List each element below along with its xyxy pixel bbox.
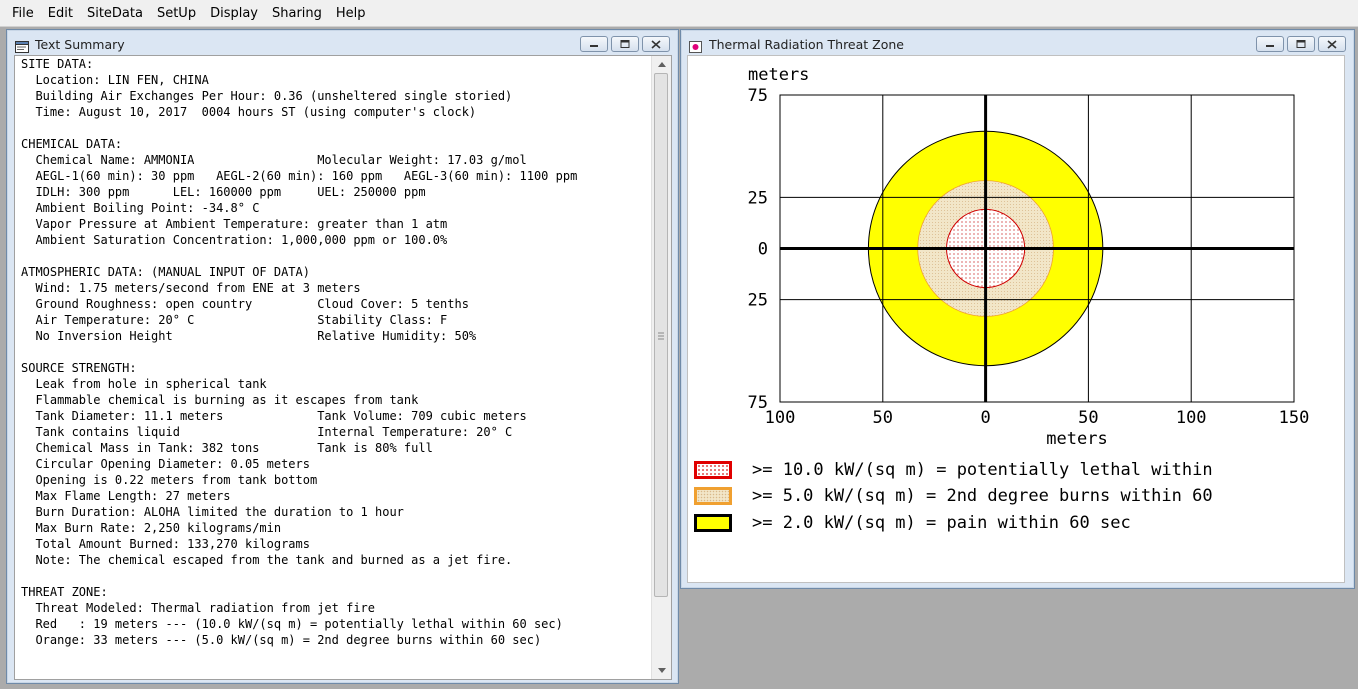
menu-sharing[interactable]: Sharing [265, 6, 329, 21]
summary-line [21, 248, 647, 264]
summary-line: CHEMICAL DATA: [21, 137, 123, 151]
up-arrow-icon [657, 62, 666, 67]
restore-button[interactable] [611, 36, 639, 52]
summary-line: Max Flame Length: 27 meters [21, 489, 231, 503]
scroll-up-arrow[interactable] [652, 56, 671, 73]
threat-zone-title: Thermal Radiation Threat Zone [709, 36, 904, 52]
x-tick-label: 150 [1279, 408, 1310, 428]
legend-yellow-swatch [694, 514, 732, 532]
text-window-icon [15, 38, 29, 53]
summary-line: Ambient Boiling Point: -34.8° C [21, 201, 260, 215]
summary-line: AEGL-1(60 min): 30 ppm AEGL-2(60 min): 1… [21, 169, 578, 183]
legend-red-swatch [694, 461, 732, 479]
text-summary-content: SITE DATA: Location: LIN FEN, CHINA Buil… [14, 55, 672, 680]
menu-display[interactable]: Display [203, 6, 265, 21]
summary-line: SITE DATA: [21, 57, 94, 71]
legend-orange-label: >= 5.0 kW/(sq m) = 2nd degree burns with… [752, 486, 1213, 506]
summary-line: IDLH: 300 ppm LEL: 160000 ppm UEL: 25000… [21, 185, 426, 199]
y-axis-label: meters [748, 65, 809, 85]
minimize-button[interactable] [1256, 36, 1284, 52]
summary-line: Circular Opening Diameter: 0.05 meters [21, 457, 310, 471]
threat-zone-plot: 752502575100 50 0 50 100 150metersmeters [748, 65, 1310, 449]
y-tick-label: 25 [748, 291, 768, 311]
summary-line: Orange: 33 meters --- (5.0 kW/(sq m) = 2… [21, 633, 542, 647]
summary-line: Max Burn Rate: 2,250 kilograms/min [21, 521, 282, 535]
text-summary-title: Text Summary [35, 36, 125, 52]
minimize-button[interactable] [580, 36, 608, 52]
summary-line: Threat Modeled: Thermal radiation from j… [21, 601, 376, 615]
menu-edit[interactable]: Edit [41, 6, 80, 21]
summary-line: SOURCE STRENGTH: [21, 361, 137, 375]
y-tick-label: 25 [748, 188, 768, 208]
y-tick-label: 75 [748, 86, 768, 106]
legend-yellow: >= 2.0 kW/(sq m) = pain within 60 sec [694, 513, 1131, 533]
x-tick-label: 100 [1176, 408, 1207, 428]
summary-line: Tank contains liquid Internal Temperatur… [21, 425, 513, 439]
summary-line: Ambient Saturation Concentration: 1,000,… [21, 233, 448, 247]
summary-line: Red : 19 meters --- (10.0 kW/(sq m) = po… [21, 617, 563, 631]
menu-help[interactable]: Help [329, 6, 373, 21]
threat-zone-titlebar[interactable]: Thermal Radiation Threat Zone [681, 30, 1354, 58]
summary-line: Location: LIN FEN, CHINA [21, 73, 209, 87]
legend-orange-swatch [694, 487, 732, 505]
summary-line: No Inversion Height Relative Humidity: 5… [21, 329, 477, 343]
summary-line: Wind: 1.75 meters/second from ENE at 3 m… [21, 281, 361, 295]
legend-red: >= 10.0 kW/(sq m) = potentially lethal w… [694, 460, 1213, 480]
summary-line: Chemical Name: AMMONIA Molecular Weight:… [21, 153, 527, 167]
summary-line: Total Amount Burned: 133,270 kilograms [21, 537, 310, 551]
restore-icon [620, 40, 630, 48]
close-button[interactable] [1318, 36, 1346, 52]
summary-line: Building Air Exchanges Per Hour: 0.36 (u… [21, 89, 513, 103]
summary-line [21, 344, 647, 360]
x-tick-label: 50 [873, 408, 893, 428]
close-button[interactable] [642, 36, 670, 52]
summary-line: Vapor Pressure at Ambient Temperature: g… [21, 217, 448, 231]
legend-yellow-label: >= 2.0 kW/(sq m) = pain within 60 sec [752, 513, 1131, 533]
restore-icon [1296, 40, 1306, 48]
minimize-icon [1266, 45, 1274, 47]
down-arrow-icon [657, 668, 666, 673]
close-icon [1327, 39, 1337, 49]
x-tick-label: 50 [1078, 408, 1098, 428]
summary-line: Leak from hole in spherical tank [21, 377, 267, 391]
restore-button[interactable] [1287, 36, 1315, 52]
menu-sitedata[interactable]: SiteData [80, 6, 150, 21]
summary-line: Time: August 10, 2017 0004 hours ST (usi… [21, 105, 477, 119]
summary-line: Burn Duration: ALOHA limited the duratio… [21, 505, 404, 519]
vertical-scrollbar[interactable] [651, 56, 671, 679]
threat-zone-content: 75 25 0 25 75 100 50 0 50 100 150 meters meters >= 1… [687, 55, 1345, 583]
summary-line: Flammable chemical is burning as it esca… [21, 393, 419, 407]
summary-line [21, 568, 647, 584]
threat-zone-window: Thermal Radiation Threat Zone 75 25 0 25 75 1… [680, 29, 1355, 589]
x-axis-label: meters [1046, 429, 1107, 449]
menu-file[interactable]: File [5, 6, 41, 21]
legend-red-label: >= 10.0 kW/(sq m) = potentially lethal w… [752, 460, 1213, 480]
y-tick-label: 0 [758, 240, 768, 260]
x-tick-label: 0 [980, 408, 990, 428]
scroll-thumb[interactable] [654, 73, 668, 597]
summary-line: Opening is 0.22 meters from tank bottom [21, 473, 318, 487]
menu-bar: File Edit SiteData SetUp Display Sharing… [0, 0, 1358, 27]
summary-line: THREAT ZONE: [21, 585, 108, 599]
text-summary-window: Text Summary SITE DATA: Location: LIN FE… [6, 29, 679, 684]
summary-line: Tank Diameter: 11.1 meters Tank Volume: … [21, 409, 527, 423]
menu-setup[interactable]: SetUp [150, 6, 203, 21]
summary-line: ATMOSPHERIC DATA: (MANUAL INPUT OF DATA) [21, 265, 310, 279]
summary-line [21, 120, 647, 136]
summary-line: Note: The chemical escaped from the tank… [21, 553, 513, 567]
summary-line: Air Temperature: 20° C Stability Class: … [21, 313, 448, 327]
summary-line: Chemical Mass in Tank: 382 tons Tank is … [21, 441, 433, 455]
close-icon [651, 39, 661, 49]
summary-line: Ground Roughness: open country Cloud Cov… [21, 297, 469, 311]
summary-text-body: SITE DATA: Location: LIN FEN, CHINA Buil… [21, 56, 647, 679]
minimize-icon [590, 45, 598, 47]
scroll-down-arrow[interactable] [652, 662, 671, 679]
threat-zone-window-icon [689, 38, 703, 53]
grip-icon [658, 332, 664, 340]
text-summary-titlebar[interactable]: Text Summary [7, 30, 678, 58]
legend-orange: >= 5.0 kW/(sq m) = 2nd degree burns with… [694, 486, 1213, 506]
x-tick-label: 100 [765, 408, 796, 428]
